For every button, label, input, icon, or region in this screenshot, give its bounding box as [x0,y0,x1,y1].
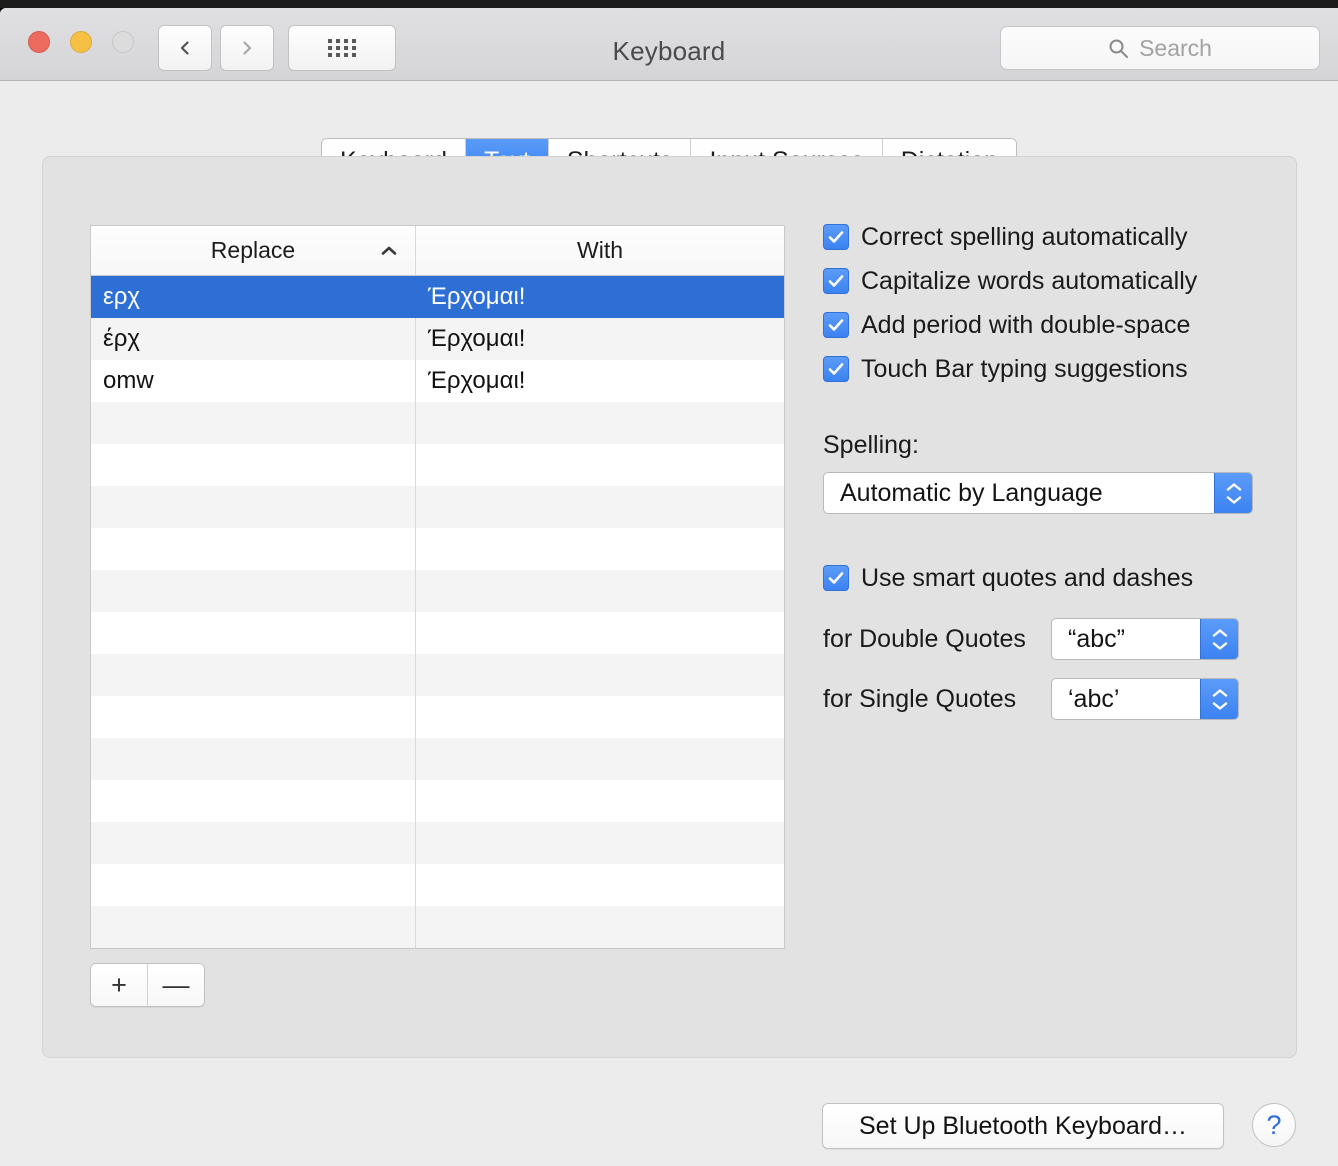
cell-replace: έρχ [91,318,416,360]
option-touch-bar-suggestions[interactable]: Touch Bar typing suggestions [823,347,1273,391]
set-up-bluetooth-keyboard-button[interactable]: Set Up Bluetooth Keyboard… [822,1103,1224,1149]
checkbox-checked-icon[interactable] [823,356,849,382]
table-row-empty[interactable] [91,444,784,486]
cell-with: Έρχομαι! [428,283,526,310]
column-header-with-label: With [577,237,623,263]
screen: Keyboard Search Keyboard Text Shortcuts … [0,0,1338,1166]
checkbox-checked-icon[interactable] [823,312,849,338]
single-quotes-value: ‘abc’ [1068,684,1120,713]
remove-entry-button[interactable]: — [148,964,204,1006]
search-placeholder: Search [1139,34,1212,61]
option-label: Capitalize words automatically [861,266,1198,295]
option-correct-spelling[interactable]: Correct spelling automatically [823,215,1273,259]
option-add-period[interactable]: Add period with double-space [823,303,1273,347]
table-row-empty[interactable] [91,948,784,949]
double-quotes-row: for Double Quotes “abc” [823,618,1273,660]
table-body: ερχ Έρχομαι! έρχ Έρχομαι! omw Έρχομαι! [91,276,784,949]
substitutions-table[interactable]: Replace With ερχ Έρχομαι! έρχ Έρχομαι! o… [90,225,785,949]
column-header-with[interactable]: With [416,226,784,275]
smart-quotes-section: Use smart quotes and dashes for Double Q… [823,556,1273,720]
spelling-label: Spelling: [823,431,919,459]
table-row-empty[interactable] [91,528,784,570]
spelling-popup-button[interactable]: Automatic by Language [823,472,1253,514]
table-row-empty[interactable] [91,822,784,864]
option-label: Add period with double-space [861,310,1191,339]
table-row-empty[interactable] [91,738,784,780]
table-row-empty[interactable] [91,402,784,444]
table-row-empty[interactable] [91,612,784,654]
search-field[interactable]: Search [1000,26,1320,70]
chevron-updown-icon[interactable] [1214,473,1252,513]
table-row[interactable]: omw Έρχομαι! [91,360,784,402]
table-row[interactable]: ερχ Έρχομαι! [91,276,784,318]
chevron-updown-icon[interactable] [1200,619,1238,659]
list-edit-buttons: + — [90,963,205,1007]
single-quotes-label: for Single Quotes [823,684,1017,713]
table-row-empty[interactable] [91,906,784,948]
option-capitalize-words[interactable]: Capitalize words automatically [823,259,1273,303]
spelling-value: Automatic by Language [840,478,1103,507]
cell-replace: omw [91,360,416,402]
text-options-column: Correct spelling automatically Capitaliz… [823,215,1273,720]
option-label: Use smart quotes and dashes [861,563,1194,592]
chevron-updown-icon[interactable] [1200,679,1238,719]
double-quotes-popup-button[interactable]: “abc” [1051,618,1239,660]
preference-pane-content: Keyboard Text Shortcuts Input Sources Di… [0,81,1338,1166]
window-titlebar: Keyboard Search [0,8,1338,81]
table-row-empty[interactable] [91,654,784,696]
cell-with: Έρχομαι! [428,325,526,352]
help-button[interactable]: ? [1252,1103,1296,1147]
window-footer: Set Up Bluetooth Keyboard… ? [0,1091,1338,1166]
table-row[interactable]: έρχ Έρχομαι! [91,318,784,360]
table-row-empty[interactable] [91,486,784,528]
cell-with: Έρχομαι! [428,367,526,394]
text-tab-panel: Replace With ερχ Έρχομαι! έρχ Έρχομαι! o… [42,156,1297,1058]
table-header-row: Replace With [91,226,784,276]
table-row-empty[interactable] [91,780,784,822]
search-icon [1109,39,1129,58]
checkbox-checked-icon[interactable] [823,268,849,294]
double-quotes-value: “abc” [1068,624,1125,653]
table-row-empty[interactable] [91,570,784,612]
checkbox-checked-icon[interactable] [823,224,849,250]
desktop-background [0,0,1338,8]
column-header-replace[interactable]: Replace [91,226,416,275]
single-quotes-popup-button[interactable]: ‘abc’ [1051,678,1239,720]
chevron-up-icon [381,246,397,255]
table-row-empty[interactable] [91,696,784,738]
double-quotes-label: for Double Quotes [823,624,1026,653]
option-label: Correct spelling automatically [861,222,1188,251]
option-label: Touch Bar typing suggestions [861,354,1188,383]
cell-replace: ερχ [91,276,416,318]
add-entry-button[interactable]: + [91,964,148,1006]
single-quotes-row: for Single Quotes ‘abc’ [823,678,1273,720]
option-smart-quotes[interactable]: Use smart quotes and dashes [823,556,1273,600]
system-preferences-window: Keyboard Search Keyboard Text Shortcuts … [0,8,1338,1166]
checkbox-checked-icon[interactable] [823,565,849,591]
table-row-empty[interactable] [91,864,784,906]
column-header-replace-label: Replace [210,237,296,263]
